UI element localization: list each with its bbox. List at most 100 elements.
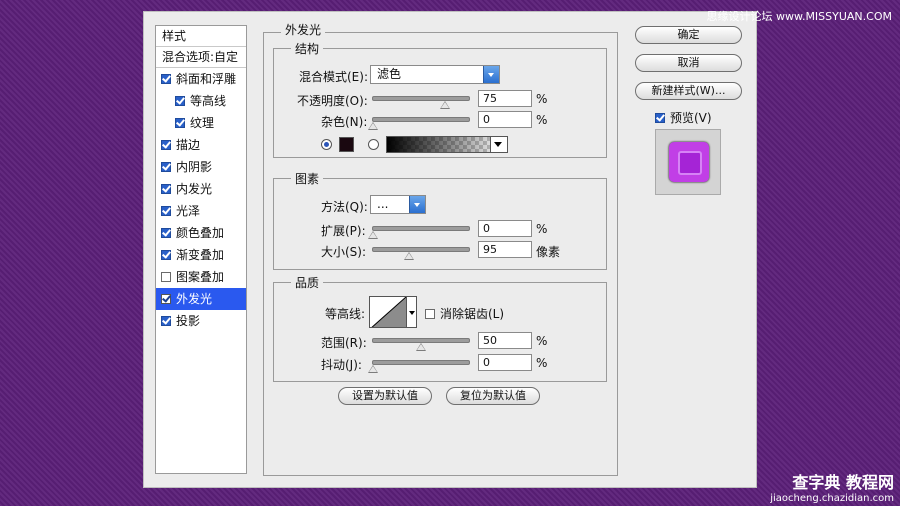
style-item-label: 内发光: [176, 182, 213, 196]
elements-title: 图素: [291, 170, 324, 187]
style-item[interactable]: 投影: [156, 310, 246, 332]
noise-slider[interactable]: [368, 117, 470, 130]
styles-list-panel: 样式 混合选项:自定 斜面和浮雕等高线纹理描边内阴影内发光光泽颜色叠加渐变叠加图…: [155, 25, 247, 474]
style-item[interactable]: 内阴影: [156, 156, 246, 178]
solid-color-radio[interactable]: [321, 139, 332, 150]
range-slider-thumb[interactable]: [416, 343, 426, 351]
style-item[interactable]: 图案叠加: [156, 266, 246, 288]
reset-default-button[interactable]: 复位为默认值: [446, 387, 540, 405]
style-item-checkbox[interactable]: [161, 183, 171, 194]
structure-title: 结构: [291, 40, 324, 57]
blend-mode-value: 滤色: [377, 67, 402, 81]
noise-label: 杂色(N):: [321, 115, 368, 129]
opacity-percent: %: [536, 92, 548, 106]
spread-label: 扩展(P):: [321, 224, 366, 238]
watermark-bottom-big: 查字典 教程网: [792, 473, 894, 492]
chevron-down-icon[interactable]: [490, 137, 507, 152]
preview-option[interactable]: 预览(V): [655, 109, 712, 126]
style-item[interactable]: 等高线: [156, 90, 246, 112]
noise-field[interactable]: 0: [478, 111, 532, 128]
style-item-checkbox[interactable]: [175, 95, 185, 106]
style-preview: [655, 129, 721, 195]
style-item[interactable]: 内发光: [156, 178, 246, 200]
antialias-checkbox[interactable]: [425, 308, 435, 319]
jitter-slider[interactable]: [368, 360, 470, 373]
style-item-checkbox[interactable]: [161, 227, 171, 238]
layer-style-dialog: 样式 混合选项:自定 斜面和浮雕 等高线 纹理 描边 内阴影 内发光 光泽 颜色叠加 渐变叠加图…: [143, 11, 757, 488]
style-item-label: 等高线: [190, 94, 227, 108]
style-item-checkbox[interactable]: [161, 161, 171, 172]
antialias-option[interactable]: 消除锯齿(L): [425, 305, 504, 322]
style-item[interactable]: 外发光: [156, 288, 246, 310]
watermark-bottom-small: jiaocheng.chazidian.com: [770, 493, 894, 504]
jitter-percent: %: [536, 356, 548, 370]
noise-percent: %: [536, 113, 548, 127]
style-item-label: 渐变叠加: [176, 248, 225, 262]
style-item-label: 内阴影: [176, 160, 213, 174]
style-item-checkbox[interactable]: [161, 293, 171, 304]
style-item-label: 纹理: [190, 116, 215, 130]
style-item[interactable]: 斜面和浮雕: [156, 68, 246, 90]
spread-field[interactable]: 0: [478, 220, 532, 237]
set-default-button[interactable]: 设置为默认值: [338, 387, 432, 405]
range-label: 范围(R):: [321, 336, 367, 350]
style-item-checkbox[interactable]: [161, 315, 171, 326]
style-item-checkbox[interactable]: [161, 271, 171, 282]
glow-color-swatch[interactable]: [339, 137, 354, 152]
contour-preview[interactable]: [369, 296, 407, 328]
method-label: 方法(Q):: [321, 200, 368, 214]
size-slider-thumb[interactable]: [404, 252, 415, 260]
jitter-label: 抖动(J):: [321, 358, 362, 372]
style-item-label: 描边: [176, 138, 201, 152]
contour-dropdown[interactable]: [407, 296, 417, 328]
ok-button[interactable]: 确定: [635, 26, 742, 44]
size-unit: 像素: [536, 245, 561, 259]
style-item-label: 斜面和浮雕: [176, 72, 237, 86]
outer-glow-title: 外发光: [281, 21, 326, 38]
style-item-checkbox[interactable]: [161, 249, 171, 260]
style-item[interactable]: 颜色叠加: [156, 222, 246, 244]
watermark-bottom: 查字典 教程网 jiaocheng.chazidian.com: [770, 469, 894, 504]
style-item-label: 颜色叠加: [176, 226, 225, 240]
styles-header[interactable]: 样式: [156, 26, 246, 47]
noise-slider-thumb[interactable]: [368, 122, 378, 130]
contour-label: 等高线:: [325, 307, 366, 321]
glow-gradient-picker[interactable]: [386, 136, 508, 153]
opacity-slider[interactable]: [372, 96, 470, 109]
style-item[interactable]: 光泽: [156, 200, 246, 222]
size-field[interactable]: 95: [478, 241, 532, 258]
cancel-button[interactable]: 取消: [635, 54, 742, 72]
style-item-label: 图案叠加: [176, 270, 225, 284]
style-item[interactable]: 渐变叠加: [156, 244, 246, 266]
blend-options-item[interactable]: 混合选项:自定: [156, 47, 246, 68]
style-item-checkbox[interactable]: [161, 139, 171, 150]
range-slider[interactable]: [372, 338, 470, 351]
blend-mode-select[interactable]: 滤色: [370, 65, 500, 84]
style-item-checkbox[interactable]: [175, 117, 185, 128]
preview-checkbox[interactable]: [655, 112, 665, 123]
antialias-label: 消除锯齿(L): [440, 307, 505, 321]
jitter-field[interactable]: 0: [478, 354, 532, 371]
jitter-slider-thumb[interactable]: [368, 365, 378, 373]
style-item-label: 外发光: [176, 292, 213, 306]
opacity-label: 不透明度(O):: [297, 94, 368, 108]
new-style-button[interactable]: 新建样式(W)...: [635, 82, 742, 100]
style-item[interactable]: 描边: [156, 134, 246, 156]
style-item-checkbox[interactable]: [161, 205, 171, 216]
style-item-label: 投影: [176, 314, 201, 328]
gradient-radio[interactable]: [368, 139, 379, 150]
spread-slider[interactable]: [368, 226, 470, 239]
quality-title: 品质: [291, 274, 324, 291]
style-item[interactable]: 纹理: [156, 112, 246, 134]
style-item-checkbox[interactable]: [161, 73, 171, 84]
range-percent: %: [536, 334, 548, 348]
opacity-field[interactable]: 75: [478, 90, 532, 107]
method-select[interactable]: ...: [370, 195, 426, 214]
blend-mode-label: 混合模式(E):: [299, 70, 368, 84]
opacity-slider-thumb[interactable]: [440, 101, 450, 109]
spread-slider-thumb[interactable]: [368, 231, 378, 239]
watermark-top: 思缘设计论坛 www.MISSYUAN.COM: [706, 10, 892, 23]
size-slider[interactable]: [372, 247, 470, 260]
range-field[interactable]: 50: [478, 332, 532, 349]
styles-items: 斜面和浮雕等高线纹理描边内阴影内发光光泽颜色叠加渐变叠加图案叠加外发光投影: [156, 68, 246, 332]
